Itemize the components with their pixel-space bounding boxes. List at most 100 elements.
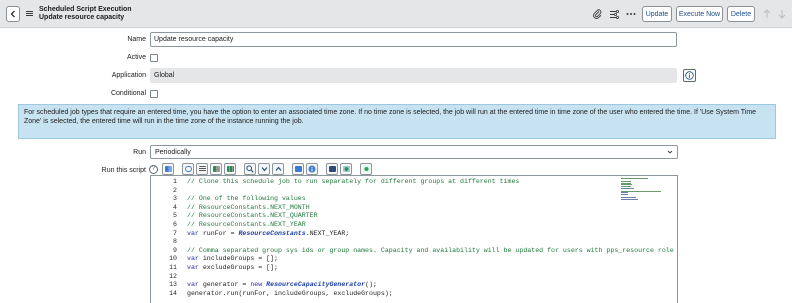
replace-icon[interactable] [210, 163, 222, 175]
line-number: 8 [173, 238, 177, 246]
application-field: Global [150, 68, 677, 83]
code-token: generator = [198, 281, 251, 289]
code-line[interactable]: 3 // One of the following values [151, 195, 621, 204]
code-text: var includeGroups = []; [187, 255, 278, 264]
record-name: Update resource capacity [39, 14, 125, 21]
line-number: 7 [173, 229, 177, 237]
name-field[interactable]: Update resource capacity [150, 32, 677, 47]
run-select[interactable]: Periodically [150, 145, 678, 159]
code-text: // ResourceConstants.NEXT_MONTH [187, 204, 310, 213]
info-icon[interactable] [683, 69, 696, 82]
sliders-icon[interactable] [610, 9, 620, 19]
code-line[interactable]: 12 [151, 273, 621, 282]
line-number: 14 [169, 289, 177, 297]
application-field-value: Global [154, 72, 175, 79]
script-include-icon[interactable] [162, 163, 174, 175]
format-icon[interactable] [196, 163, 208, 175]
code-line[interactable]: 1 // Clone this schedule job to run separ… [151, 178, 621, 187]
application-label: Application [111, 72, 146, 79]
code-line[interactable]: 14 generator.run(runFor, includeGroups, e… [151, 290, 621, 299]
line-number: 11 [169, 264, 177, 271]
code-line[interactable]: 13 var generator = new ResourceCapacityGe… [151, 281, 621, 290]
update-button[interactable]: Update [642, 6, 672, 22]
code-token: // Comma separated group sys ids or grou… [187, 246, 678, 254]
conditional-checkbox[interactable] [150, 90, 158, 98]
code-line[interactable]: 4 // ResourceConstants.NEXT_MONTH [151, 204, 621, 213]
search-icon[interactable] [244, 163, 256, 175]
line-number: 9 [173, 246, 177, 254]
help-question-icon[interactable]: ? [149, 165, 158, 174]
line-number: 2 [173, 186, 177, 194]
form-header: Scheduled Script Execution Update resour… [0, 0, 792, 28]
code-text: // One of the following values [187, 195, 306, 204]
find-prev-icon[interactable] [272, 163, 284, 175]
code-line[interactable]: 11 var excludeGroups = []; [151, 264, 621, 273]
code-token: // Clone this schedule job to run separa… [187, 178, 520, 185]
code-token: generator.run(runFor, includeGroups, exc… [187, 289, 393, 297]
line-number: 5 [173, 212, 177, 220]
code-line[interactable]: 5 // ResourceConstants.NEXT_QUARTER [151, 212, 621, 221]
code-token: runFor = [198, 229, 239, 237]
line-number: 1 [173, 178, 177, 185]
more-icon[interactable] [626, 9, 636, 19]
minimap-line [621, 194, 629, 195]
code-token: .NEXT_YEAR; [305, 229, 350, 237]
line-number: 10 [169, 255, 177, 263]
line-number: 4 [173, 203, 177, 211]
code-text: // Comma separated group sys ids or grou… [187, 246, 678, 256]
debug-icon[interactable] [340, 163, 352, 175]
script-debugger-icon[interactable] [360, 163, 372, 175]
minimap-line [621, 178, 648, 179]
code-line[interactable]: 8 [151, 238, 621, 247]
code-token: ResourceConstants [238, 229, 306, 237]
arrow-down-icon[interactable] [778, 9, 786, 19]
arrow-up-icon[interactable] [763, 9, 771, 19]
name-label: Name [127, 36, 146, 43]
code-minimap[interactable] [621, 176, 673, 303]
active-checkbox[interactable] [150, 54, 158, 62]
code-line[interactable]: 6 // ResourceConstants.NEXT_YEAR [151, 221, 621, 230]
paperclip-icon[interactable] [592, 9, 602, 19]
chevron-down-icon [667, 150, 673, 154]
minimap-line [621, 198, 638, 200]
code-line[interactable]: 7 var runFor = ResourceConstants.NEXT_YEA… [151, 230, 621, 239]
context-menu-icon[interactable] [26, 10, 33, 17]
code-token: // ResourceConstants.NEXT_QUARTER [187, 212, 318, 220]
code-token: var [187, 281, 199, 289]
back-button[interactable] [6, 6, 20, 22]
code-text: generator.run(runFor, includeGroups, exc… [187, 290, 393, 299]
toggle-fullscreen-icon[interactable] [292, 163, 304, 175]
help-icon[interactable] [306, 163, 318, 175]
save-icon[interactable] [326, 163, 338, 175]
code-token: includeGroups = []; [198, 255, 279, 263]
form-title: Scheduled Script Execution [39, 6, 132, 13]
code-token: excludeGroups = []; [198, 264, 279, 271]
line-number: 12 [169, 272, 177, 280]
code-text: var runFor = ResourceConstants.NEXT_YEAR… [187, 230, 349, 239]
code-text: var generator = new ResourceCapacityGene… [187, 281, 377, 290]
code-line[interactable]: 2 [151, 187, 621, 196]
code-token: // ResourceConstants.NEXT_MONTH [187, 203, 310, 211]
comment-icon[interactable] [182, 163, 194, 175]
code-token: ResourceCapacityGenerator [266, 281, 366, 289]
code-line[interactable]: 9// Comma separated group sys ids or gro… [151, 246, 674, 256]
code-text: // ResourceConstants.NEXT_YEAR [187, 221, 306, 230]
code-token: var [187, 229, 199, 237]
run-select-value: Periodically [155, 148, 191, 156]
code-token: new [250, 281, 263, 289]
minimap-line [621, 187, 635, 189]
script-editor-toolbar [162, 163, 372, 175]
code-text: // Clone this schedule job to run separa… [187, 178, 519, 187]
code-line[interactable]: 10 var includeGroups = []; [151, 255, 621, 264]
conditional-label: Conditional [110, 90, 146, 97]
execute-now-button[interactable]: Execute Now [676, 6, 723, 22]
time-zone-info-message: For scheduled job types that require an … [18, 104, 776, 139]
script-editor[interactable]: 1 // Clone this schedule job to run separ… [150, 175, 678, 303]
code-token: // One of the following values [187, 195, 306, 203]
code-token: var [187, 255, 199, 263]
find-next-icon[interactable] [258, 163, 270, 175]
run-this-script-label: Run this script [101, 167, 146, 174]
delete-button[interactable]: Delete [727, 6, 755, 22]
replace-all-icon[interactable] [224, 163, 236, 175]
run-label: Run [133, 149, 146, 156]
